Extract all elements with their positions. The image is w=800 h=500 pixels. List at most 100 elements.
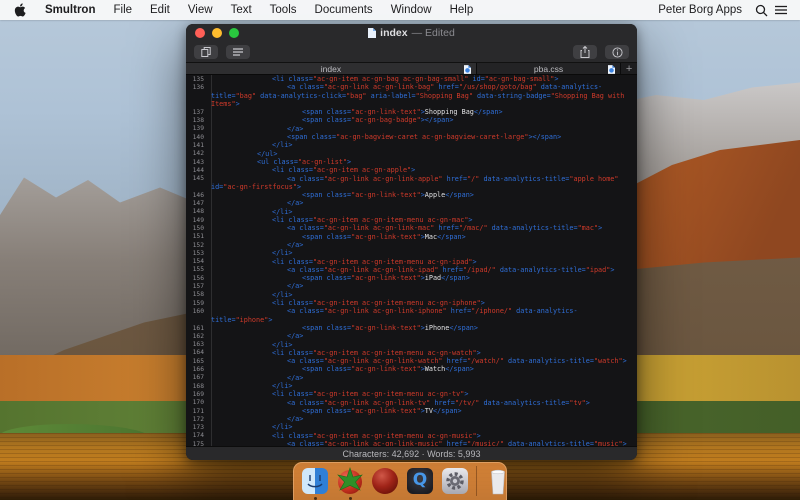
line-number[interactable]: 164	[186, 349, 208, 356]
line-number[interactable]: 153	[186, 250, 208, 257]
share-button[interactable]	[573, 45, 597, 59]
code-line: <a class="ac-gn-link ac-gn-link-watch" h…	[211, 357, 637, 365]
share-icon	[580, 46, 590, 58]
line-number[interactable]: 175	[186, 441, 208, 446]
line-number[interactable]: 145	[186, 175, 208, 182]
line-number[interactable]: 138	[186, 117, 208, 124]
line-number[interactable]: 141	[186, 142, 208, 149]
code-line: <span class="ac-gn-bag-badge"></span>	[211, 116, 637, 124]
menu-smultron[interactable]: Smultron	[36, 4, 104, 16]
line-number[interactable]: 157	[186, 283, 208, 290]
line-number[interactable]: 167	[186, 374, 208, 381]
code-line: <ul class="ac-gn-list">	[211, 158, 637, 166]
tab-pba-css-label: pba.css	[534, 64, 563, 74]
apple-menu-icon[interactable]	[14, 3, 26, 17]
menu-edit[interactable]: Edit	[141, 4, 179, 16]
menu-file[interactable]: File	[104, 4, 141, 16]
code-line: </li>	[211, 291, 637, 299]
code-line: <span class="ac-gn-link-text">Watch</spa…	[211, 365, 637, 373]
code-row: Items">	[186, 100, 637, 108]
code-editor[interactable]: 135<li class="ac-gn-item ac-gn-bag ac-gn…	[186, 75, 637, 446]
line-number[interactable]: 135	[186, 76, 208, 83]
line-number[interactable]: 151	[186, 233, 208, 240]
code-rows: 135<li class="ac-gn-item ac-gn-bag ac-gn…	[186, 75, 637, 446]
line-number[interactable]: 159	[186, 300, 208, 307]
title-bar[interactable]: index — Edited	[186, 24, 637, 42]
code-row: 139</a>	[186, 125, 637, 133]
window-title: index — Edited	[186, 27, 637, 39]
line-number[interactable]: 149	[186, 217, 208, 224]
finder-icon[interactable]	[301, 467, 329, 495]
line-number[interactable]: 170	[186, 399, 208, 406]
line-number[interactable]: 143	[186, 159, 208, 166]
documents-sidebar-button[interactable]	[194, 45, 218, 59]
line-number[interactable]: 144	[186, 167, 208, 174]
line-list-button[interactable]	[226, 45, 250, 59]
code-line: <span class="ac-gn-link-text">Apple</spa…	[211, 191, 637, 199]
line-number[interactable]: 158	[186, 291, 208, 298]
line-number[interactable]: 137	[186, 109, 208, 116]
tab-index[interactable]: index	[186, 63, 477, 74]
menu-extra-peter-borg-apps[interactable]: Peter Borg Apps	[652, 4, 748, 16]
menu-view[interactable]: View	[179, 4, 222, 16]
new-tab-button[interactable]: +	[621, 63, 637, 74]
menu-window[interactable]: Window	[382, 4, 441, 16]
code-line: <span class="ac-gn-link-text">Shopping B…	[211, 108, 637, 116]
search-icon[interactable]	[754, 3, 768, 17]
line-number[interactable]: 155	[186, 266, 208, 273]
menu-text[interactable]: Text	[222, 4, 261, 16]
line-number[interactable]: 146	[186, 192, 208, 199]
line-number[interactable]: 174	[186, 432, 208, 439]
line-number[interactable]: 161	[186, 325, 208, 332]
line-number[interactable]: 169	[186, 391, 208, 398]
tab-index-label: index	[321, 64, 341, 74]
line-number[interactable]: 147	[186, 200, 208, 207]
code-row: 144<li class="ac-gn-item ac-gn-apple">	[186, 166, 637, 174]
menu-documents[interactable]: Documents	[306, 4, 382, 16]
notification-list-icon[interactable]	[774, 3, 788, 17]
code-row: 150<a class="ac-gn-link ac-gn-link-mac" …	[186, 224, 637, 232]
line-number[interactable]: 154	[186, 258, 208, 265]
code-line: </a>	[211, 241, 637, 249]
line-number[interactable]: 139	[186, 125, 208, 132]
red-sphere-app-icon[interactable]	[371, 467, 399, 495]
line-number[interactable]: 136	[186, 84, 208, 91]
line-number[interactable]: 156	[186, 275, 208, 282]
code-row: 173</li>	[186, 423, 637, 431]
line-number[interactable]: 173	[186, 424, 208, 431]
trash-icon[interactable]	[484, 467, 512, 495]
code-row: 163</li>	[186, 341, 637, 349]
code-line: <a class="ac-gn-link ac-gn-link-iphone" …	[211, 307, 637, 315]
line-number[interactable]: 152	[186, 242, 208, 249]
code-line: </li>	[211, 141, 637, 149]
line-number[interactable]: 163	[186, 341, 208, 348]
code-row: 135<li class="ac-gn-item ac-gn-bag ac-gn…	[186, 75, 637, 83]
code-row: 149<li class="ac-gn-item ac-gn-item-menu…	[186, 216, 637, 224]
code-row: 169<li class="ac-gn-item ac-gn-item-menu…	[186, 390, 637, 398]
code-row: 174<li class="ac-gn-item ac-gn-item-menu…	[186, 432, 637, 440]
line-number[interactable]: 150	[186, 225, 208, 232]
line-number[interactable]: 160	[186, 308, 208, 315]
smultron-icon[interactable]	[336, 467, 364, 495]
line-number[interactable]: 172	[186, 416, 208, 423]
code-row: 137<span class="ac-gn-link-text">Shoppin…	[186, 108, 637, 116]
line-number[interactable]: 168	[186, 383, 208, 390]
code-row: 145<a class="ac-gn-link ac-gn-link-apple…	[186, 175, 637, 183]
line-number[interactable]: 148	[186, 208, 208, 215]
line-number[interactable]: 171	[186, 408, 208, 415]
system-preferences-icon[interactable]	[441, 467, 469, 495]
line-number[interactable]: 140	[186, 134, 208, 141]
info-button[interactable]	[605, 45, 629, 59]
line-number[interactable]: 166	[186, 366, 208, 373]
code-row: title="iphone">	[186, 316, 637, 324]
code-row: id="ac-gn-firstfocus">	[186, 183, 637, 191]
line-number[interactable]: 142	[186, 150, 208, 157]
line-number[interactable]: 162	[186, 333, 208, 340]
code-row: 151<span class="ac-gn-link-text">Mac</sp…	[186, 233, 637, 241]
menu-tools[interactable]: Tools	[261, 4, 306, 16]
code-line: </a>	[211, 374, 637, 382]
quicktime-icon[interactable]: Q	[406, 467, 434, 495]
menu-help[interactable]: Help	[441, 4, 483, 16]
line-number[interactable]: 165	[186, 358, 208, 365]
tab-pba-css[interactable]: pba.css	[477, 63, 621, 74]
